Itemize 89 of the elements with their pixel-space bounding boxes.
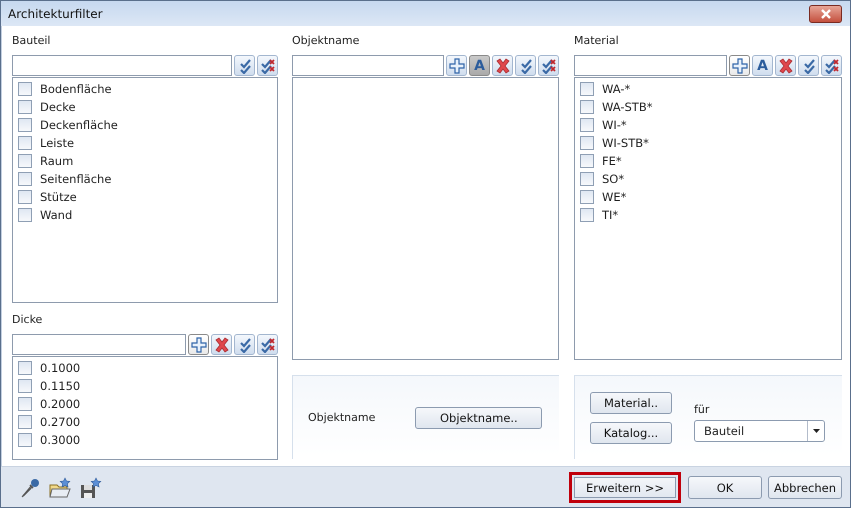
tool-button[interactable] (821, 55, 842, 76)
checkbox[interactable] (18, 379, 32, 393)
delete-icon (494, 58, 510, 74)
uncheck-all-icon (824, 58, 840, 74)
item-label: WI-* (602, 118, 627, 132)
field-label: für (694, 403, 710, 416)
font-button[interactable]: A (752, 55, 773, 76)
checkbox[interactable] (580, 190, 594, 204)
dialog-button[interactable]: Abbrechen (768, 476, 842, 499)
tool-button[interactable] (234, 334, 255, 355)
item-label: TI* (602, 208, 618, 222)
dialog-button[interactable]: Material.. (590, 392, 672, 414)
item-label: Bodenfläche (40, 82, 112, 96)
close-icon (820, 8, 832, 18)
checkbox[interactable] (580, 136, 594, 150)
dropdown[interactable]: Bauteil (694, 420, 825, 442)
checkbox[interactable] (18, 136, 32, 150)
uncheck-all-icon (540, 58, 556, 74)
tool-button[interactable] (775, 55, 796, 76)
uncheck-all-icon (260, 336, 276, 352)
item-label: SO* (602, 172, 624, 186)
objektname-button[interactable]: Objektname.. (415, 406, 542, 428)
open-folder-star-icon[interactable] (48, 476, 72, 498)
item-label: WA-STB* (602, 100, 652, 114)
item-label: WI-STB* (602, 136, 649, 150)
tool-button[interactable] (729, 55, 750, 76)
checkbox[interactable] (18, 82, 32, 96)
item-label: Wand (40, 208, 72, 222)
checkbox[interactable] (18, 118, 32, 132)
caret-icon (812, 429, 820, 433)
tool-button[interactable] (515, 55, 536, 76)
item-label: Leiste (40, 136, 74, 150)
section-label: Material (574, 34, 620, 49)
checkbox[interactable] (18, 100, 32, 114)
checkbox[interactable] (18, 172, 32, 186)
item-label: WE* (602, 190, 626, 204)
filter-field[interactable] (12, 55, 232, 76)
plus-icon (732, 58, 748, 74)
item-label: WA-* (602, 82, 630, 96)
item-label: Decke (40, 100, 76, 114)
tool-button[interactable] (257, 334, 278, 355)
checkbox[interactable] (580, 208, 594, 222)
dialog-button[interactable]: OK (688, 476, 762, 499)
checkbox[interactable] (580, 118, 594, 132)
dialog-button[interactable]: Katalog... (590, 422, 672, 444)
dialog-button[interactable]: Erweitern >> (569, 472, 681, 503)
section-label: Bauteil (12, 34, 52, 49)
field-label: Objektname (308, 411, 376, 424)
plus-icon (190, 336, 206, 352)
plus-icon (448, 58, 464, 74)
section-label: Objektname (292, 34, 360, 49)
tool-button[interactable] (538, 55, 559, 76)
item-label: 0.2700 (40, 415, 80, 429)
checkbox[interactable] (580, 100, 594, 114)
item-label: 0.2000 (40, 397, 80, 411)
delete-icon (778, 58, 794, 74)
item-label: Raum (40, 154, 74, 168)
tool-button[interactable] (446, 55, 467, 76)
checkbox[interactable] (580, 172, 594, 186)
tool-button[interactable] (188, 334, 209, 355)
window-title: Architekturfilter (8, 6, 103, 20)
item-label: 0.1000 (40, 361, 80, 375)
section-label: Dicke (12, 313, 44, 328)
tool-button[interactable] (492, 55, 513, 76)
item-label: FE* (602, 154, 622, 168)
item-label: Seitenfläche (40, 172, 112, 186)
checkbox[interactable] (18, 397, 32, 411)
checkbox[interactable] (18, 433, 32, 447)
delete-icon (214, 336, 230, 352)
item-label: 0.3000 (40, 433, 80, 447)
uncheck-all-icon (260, 58, 276, 74)
tool-button[interactable] (257, 55, 278, 76)
tool-button[interactable] (234, 55, 255, 76)
filter-field[interactable] (12, 334, 186, 355)
checkbox[interactable] (580, 154, 594, 168)
item-label: Stütze (40, 190, 77, 204)
filter-field[interactable] (292, 55, 444, 76)
checkbox[interactable] (18, 361, 32, 375)
checkbox[interactable] (18, 208, 32, 222)
close-button[interactable] (809, 4, 842, 22)
checkbox[interactable] (18, 415, 32, 429)
tool-button[interactable] (798, 55, 819, 76)
item-label: 0.1150 (40, 379, 80, 393)
tool-button[interactable] (211, 334, 232, 355)
item-label: Deckenfläche (40, 118, 118, 132)
checkbox[interactable] (18, 154, 32, 168)
checkbox[interactable] (18, 190, 32, 204)
checkbox[interactable] (580, 82, 594, 96)
filter-field[interactable] (574, 55, 727, 76)
